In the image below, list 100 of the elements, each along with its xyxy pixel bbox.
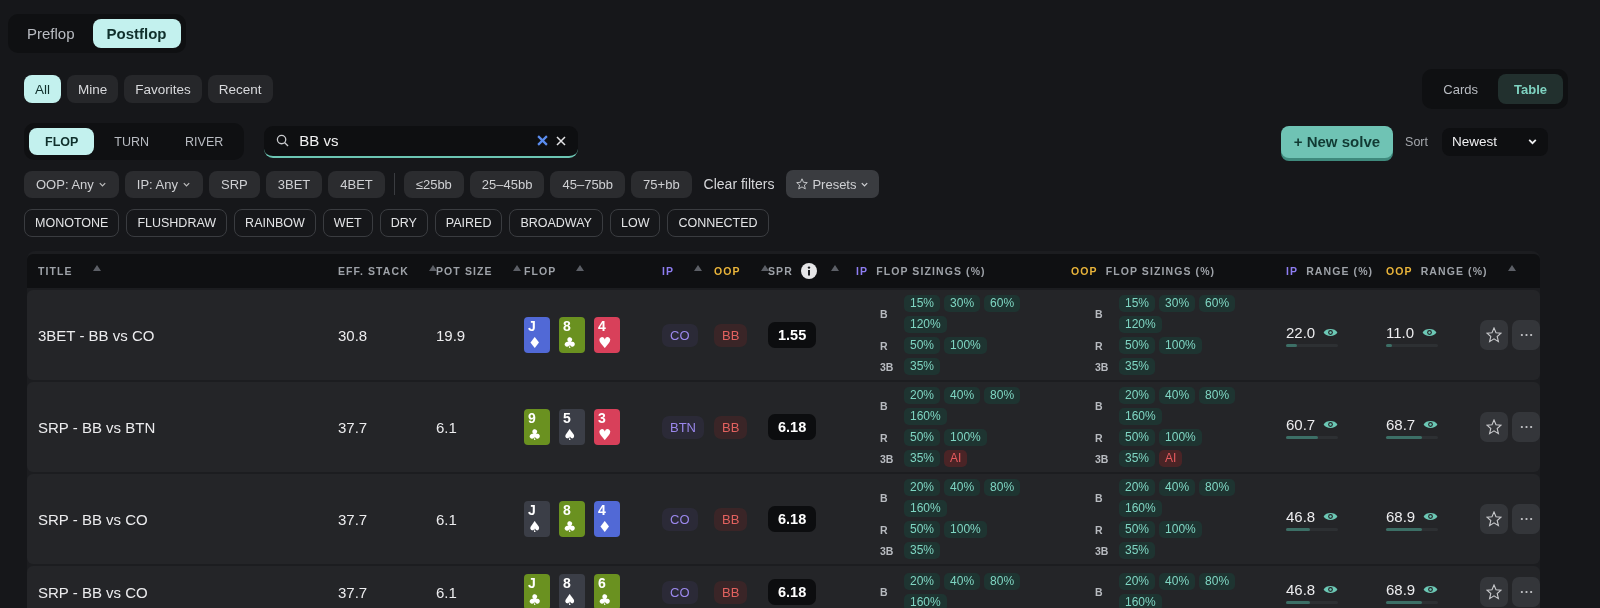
sort-select[interactable]: Newest xyxy=(1442,127,1548,156)
favorite-button[interactable] xyxy=(1480,504,1508,534)
sizing-tag: 50% xyxy=(1119,521,1156,538)
filter-chip[interactable]: MONOTONE xyxy=(24,209,120,237)
search-input[interactable]: BB vs xyxy=(297,131,530,150)
playing-card: 4 ♦ xyxy=(594,501,620,537)
column-header[interactable]: RANGE (%) xyxy=(1306,265,1374,277)
action-label: R xyxy=(1095,431,1104,444)
action-label: R xyxy=(880,339,889,352)
filter-chip[interactable]: ≤25bb xyxy=(403,170,464,198)
search-field[interactable]: BB vs xyxy=(264,125,579,158)
filter-chip[interactable]: Recent xyxy=(207,75,273,103)
filter-chip[interactable]: 3BET xyxy=(265,170,323,198)
eye-icon xyxy=(1323,583,1339,595)
close-button[interactable] xyxy=(556,135,567,146)
more-icon xyxy=(1519,590,1533,594)
table-row[interactable]: SRP - BB vs CO 37.7 6.1 J ♠ 8 ♣ 4 ♦ CO BB 6.18 B 20% 40% 80% 160% R 50% 100% 3B 35% B 20% 40% 80% 160% R 50% 100% 3B 35% 46.8 68.9 xyxy=(27,474,1540,564)
favorite-button[interactable] xyxy=(1480,412,1508,442)
sizing-tag: 15% xyxy=(1119,295,1156,312)
sizing-tag: 40% xyxy=(1159,479,1196,496)
filter-chip[interactable]: RAINBOW xyxy=(234,209,316,237)
filter-chip[interactable]: PAIRED xyxy=(434,209,503,237)
spr-value: 6.18 xyxy=(768,579,817,605)
sizing-tag: 120% xyxy=(1119,316,1162,333)
position-badge: BB xyxy=(714,507,748,531)
sizing-tag: 30% xyxy=(944,295,981,312)
column-header[interactable]: SPR xyxy=(768,265,793,277)
column-header[interactable]: FLOP SIZINGS (%) xyxy=(876,265,986,277)
position-badge: BB xyxy=(714,415,748,439)
column-header[interactable]: RANGE (%) xyxy=(1420,265,1488,277)
table-cell: 30.8 xyxy=(338,326,368,344)
filter-dropdown[interactable]: IP: Any xyxy=(124,170,203,198)
close-icon xyxy=(556,135,567,146)
column-header[interactable]: IP xyxy=(662,265,675,277)
sizing-tag: 35% xyxy=(904,542,941,559)
tab[interactable]: Table xyxy=(1498,74,1563,104)
filter-chip[interactable]: All xyxy=(24,75,61,103)
sizing-tag: 160% xyxy=(904,500,947,517)
sizing-tag: 100% xyxy=(944,337,987,354)
eye-icon xyxy=(1323,510,1339,522)
tab[interactable]: FLOP xyxy=(29,128,95,155)
filter-chip[interactable]: BROADWAY xyxy=(509,209,603,237)
filter-chip[interactable]: LOW xyxy=(609,209,661,237)
column-tag: IP xyxy=(856,265,869,277)
tab[interactable]: Cards xyxy=(1427,74,1494,104)
sizing-tag: 35% xyxy=(904,358,941,375)
clear-filters-link[interactable]: Clear filters xyxy=(697,176,781,192)
sizing-tag: 160% xyxy=(904,594,947,608)
search-icon xyxy=(276,134,290,147)
column-header[interactable]: FLOP xyxy=(524,265,557,277)
playing-card: 4 ♥ xyxy=(594,317,620,353)
favorite-button[interactable] xyxy=(1480,320,1508,350)
column-header[interactable]: EFF. STACK xyxy=(338,265,409,277)
star-icon xyxy=(796,178,809,190)
column-header[interactable]: POT SIZE xyxy=(436,265,493,277)
filter-dropdown[interactable]: OOP: Any xyxy=(24,170,119,198)
column-header[interactable]: TITLE xyxy=(38,265,73,277)
eye-icon xyxy=(1423,418,1439,430)
tab[interactable]: RIVER xyxy=(169,128,240,155)
range-value: 68.9 xyxy=(1386,507,1416,525)
sizing-tag: 20% xyxy=(1119,573,1156,590)
action-label: 3B xyxy=(1095,544,1110,557)
filter-chip[interactable]: DRY xyxy=(379,209,428,237)
table-cell: 6.1 xyxy=(436,418,457,436)
filter-chip[interactable]: 75+bb xyxy=(631,170,692,198)
filter-chip[interactable]: FLUSHDRAW xyxy=(126,209,228,237)
column-header[interactable]: FLOP SIZINGS (%) xyxy=(1105,265,1216,277)
table-row[interactable]: SRP - BB vs CO 37.7 6.1 J ♣ 8 ♠ 6 ♣ CO BB 6.18 B 20% 40% 80% 160% B 20% 40% 80% 160% 46.8 68.9 xyxy=(27,566,1540,608)
filter-chip[interactable]: WET xyxy=(322,209,373,237)
filter-chip[interactable]: 45–75bb xyxy=(550,170,626,198)
tab[interactable]: Postflop xyxy=(92,19,181,48)
position-badge: CO xyxy=(662,323,698,347)
filter-chip[interactable]: Favorites xyxy=(124,75,202,103)
action-label: R xyxy=(880,523,889,536)
filter-chip[interactable]: SRP xyxy=(209,170,260,198)
tab[interactable]: Preflop xyxy=(13,19,89,48)
sizing-tag: 40% xyxy=(1159,387,1196,404)
eye-icon xyxy=(1423,510,1439,522)
action-label: 3B xyxy=(880,452,895,465)
clear-button[interactable] xyxy=(537,135,549,146)
filter-chip[interactable]: 25–45bb xyxy=(469,170,545,198)
sizing-tag: 30% xyxy=(1159,295,1196,312)
table-row[interactable]: SRP - BB vs BTN 37.7 6.1 9 ♣ 5 ♠ 3 ♥ BTN BB 6.18 B 20% 40% 80% 160% R 50% 100% 3B 35% AI B 20% 40% 80% 160% R 50% 100% 3B 35% AI 60.7 68.7 xyxy=(27,382,1540,472)
table-cell: 6.1 xyxy=(436,510,457,528)
presets-dropdown[interactable]: Presets xyxy=(786,170,880,198)
table-cell: 37.7 xyxy=(338,583,368,601)
favorite-button[interactable] xyxy=(1480,577,1508,607)
filter-chip[interactable]: Mine xyxy=(67,75,119,103)
sizing-tag: 60% xyxy=(1199,295,1236,312)
table-row[interactable]: 3BET - BB vs CO 30.8 19.9 J ♦ 8 ♣ 4 ♥ CO BB 1.55 B 15% 30% 60% 120% R 50% 100% 3B 35% B 15% 30% 60% 120% R 50% 100% 3B 35% 22.0 11.0 xyxy=(27,290,1540,380)
sizing-tag: 20% xyxy=(1119,479,1156,496)
sizing-tag: 20% xyxy=(904,479,941,496)
column-header[interactable]: OOP xyxy=(714,265,741,277)
tab[interactable]: TURN xyxy=(98,128,166,155)
table-cell: 3BET - BB vs CO xyxy=(38,326,155,344)
range-value: 11.0 xyxy=(1386,323,1415,341)
filter-chip[interactable]: CONNECTED xyxy=(667,209,769,237)
table-cell: 6.1 xyxy=(436,583,457,601)
new-solve-button[interactable]: + New solve xyxy=(1280,125,1394,158)
filter-chip[interactable]: 4BET xyxy=(328,170,385,198)
